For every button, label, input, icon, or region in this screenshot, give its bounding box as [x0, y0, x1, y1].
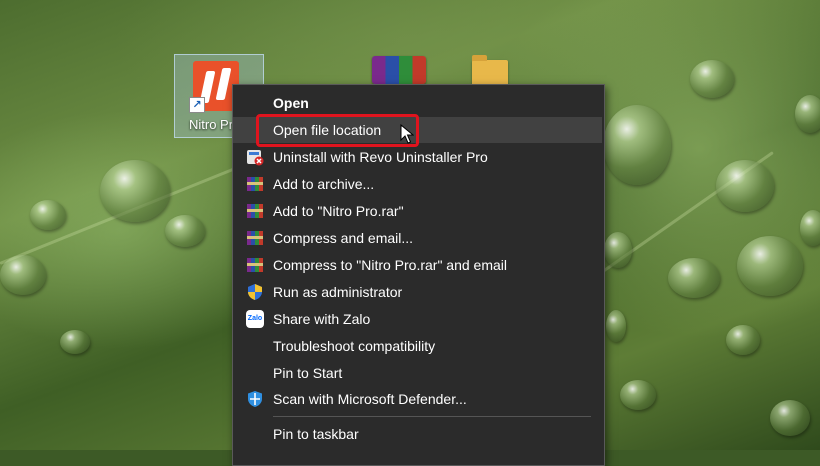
menu-item-label: Compress and email...: [273, 230, 414, 246]
desktop-icon-winrar[interactable]: [372, 56, 426, 84]
menu-item-compress-to-rar-and-email[interactable]: Compress to "Nitro Pro.rar" and email: [233, 252, 602, 278]
menu-item-label: Add to "Nitro Pro.rar": [273, 203, 404, 219]
menu-item-label: Open: [273, 95, 309, 111]
winrar-icon: [247, 177, 263, 191]
menu-item-label: Run as administrator: [273, 284, 403, 300]
winrar-icon: [247, 204, 263, 218]
water-drop: [620, 380, 656, 410]
menu-item-label: Troubleshoot compatibility: [273, 338, 436, 354]
water-drop: [603, 105, 671, 185]
menu-item-label: Add to archive...: [273, 176, 375, 192]
highlight-annotation-box: [256, 114, 419, 147]
zalo-icon: Zalo: [246, 310, 264, 328]
menu-item-label: Pin to taskbar: [273, 426, 359, 442]
menu-item-pin-to-start[interactable]: Pin to Start: [233, 360, 602, 386]
water-drop: [668, 258, 720, 298]
context-menu: Open Open file location Uninstall with R…: [232, 84, 605, 466]
revo-uninstaller-icon: [247, 150, 264, 166]
water-drop: [770, 400, 810, 436]
water-drop: [606, 310, 626, 342]
water-drop: [604, 232, 632, 268]
uac-shield-icon: [248, 284, 262, 300]
water-drop: [737, 236, 803, 296]
menu-item-add-to-archive[interactable]: Add to archive...: [233, 171, 602, 197]
menu-item-label: Pin to Start: [273, 365, 343, 381]
water-drop: [30, 200, 66, 230]
water-drop: [716, 160, 774, 212]
menu-item-run-as-administrator[interactable]: Run as administrator: [233, 279, 602, 305]
water-drop: [0, 255, 46, 295]
water-drop: [726, 325, 760, 355]
water-drop: [60, 330, 90, 354]
menu-item-scan-with-defender[interactable]: Scan with Microsoft Defender...: [233, 386, 602, 412]
water-drop: [690, 60, 734, 98]
winrar-icon: [247, 231, 263, 245]
menu-item-compress-and-email[interactable]: Compress and email...: [233, 225, 602, 251]
menu-item-label: Uninstall with Revo Uninstaller Pro: [273, 149, 488, 165]
menu-item-label: Compress to "Nitro Pro.rar" and email: [273, 257, 508, 273]
menu-item-label: Share with Zalo: [273, 311, 371, 327]
menu-item-label: Scan with Microsoft Defender...: [273, 391, 467, 407]
menu-item-open[interactable]: Open: [233, 90, 602, 116]
menu-separator: [273, 416, 591, 417]
water-drop: [100, 160, 170, 222]
water-drop: [165, 215, 205, 247]
water-drop: [795, 95, 820, 133]
winrar-icon: [247, 258, 263, 272]
menu-item-uninstall-revo[interactable]: Uninstall with Revo Uninstaller Pro: [233, 144, 602, 170]
desktop-icon-folder[interactable]: [472, 55, 508, 86]
mouse-cursor-icon: [400, 124, 414, 144]
menu-item-pin-to-taskbar[interactable]: Pin to taskbar: [233, 421, 602, 447]
water-drop: [800, 210, 820, 246]
menu-item-troubleshoot-compatibility[interactable]: Troubleshoot compatibility: [233, 333, 602, 359]
menu-item-share-with-zalo[interactable]: Zalo Share with Zalo: [233, 306, 602, 332]
defender-shield-icon: [248, 391, 262, 407]
menu-item-add-to-nitro-rar[interactable]: Add to "Nitro Pro.rar": [233, 198, 602, 224]
shortcut-arrow-icon: ↗: [189, 97, 205, 113]
